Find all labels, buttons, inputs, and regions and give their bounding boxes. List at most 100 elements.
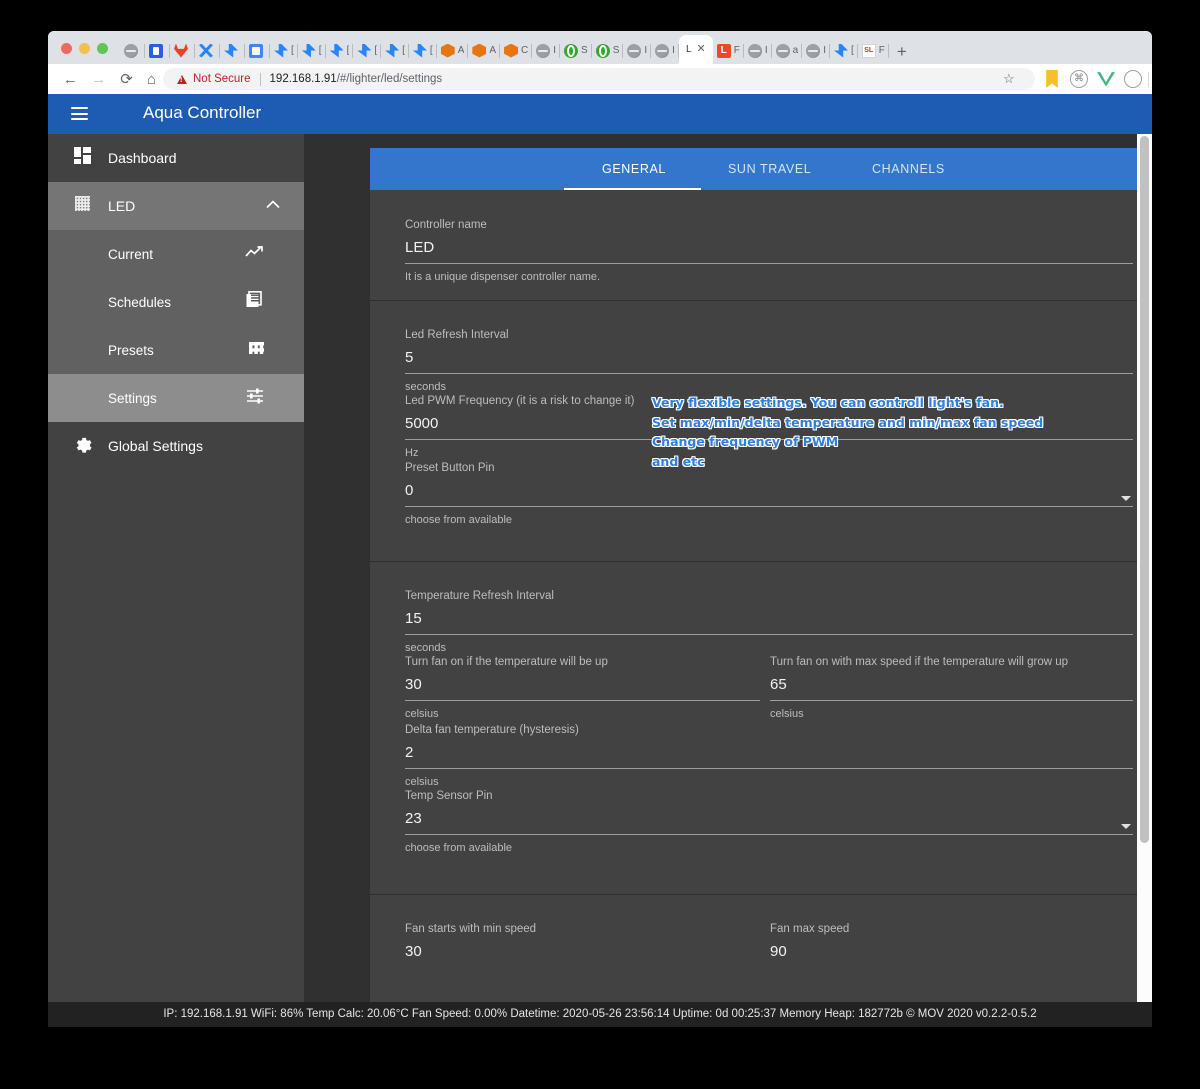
field-value[interactable]: 30 bbox=[405, 943, 760, 960]
tab-channels[interactable]: CHANNELS bbox=[872, 162, 945, 176]
nav-divider bbox=[1148, 72, 1149, 87]
chevron-down-icon[interactable] bbox=[1121, 824, 1131, 829]
browser-tab[interactable]: [ bbox=[270, 37, 298, 64]
reload-icon[interactable]: ⟳ bbox=[118, 71, 135, 88]
blue-square-icon bbox=[149, 43, 163, 58]
browser-tab[interactable]: S bbox=[560, 37, 592, 64]
sidebar-item-global-settings[interactable]: Global Settings bbox=[48, 422, 304, 470]
sidebar-item-current[interactable]: Current bbox=[48, 230, 304, 278]
field-value[interactable]: 90 bbox=[770, 943, 1133, 960]
field-fan-max-temp[interactable]: Turn fan on with max speed if the temper… bbox=[770, 656, 1133, 720]
field-preset-button-pin[interactable]: Preset Button Pin 0 choose from availabl… bbox=[405, 462, 1133, 526]
new-tab-button[interactable]: + bbox=[897, 43, 907, 64]
browser-tab[interactable]: [ bbox=[353, 37, 382, 64]
browser-tab[interactable]: I bbox=[744, 37, 772, 64]
web-app: Aqua Controller Dashboard LED Current Sc… bbox=[48, 94, 1152, 1027]
tab-general[interactable]: GENERAL bbox=[602, 162, 666, 176]
sidebar-item-presets[interactable]: Presets bbox=[48, 326, 304, 374]
browser-tab[interactable]: [ bbox=[326, 37, 354, 64]
field-controller-name[interactable]: Controller name LED It is a unique dispe… bbox=[405, 219, 1133, 283]
scrollbar-thumb[interactable] bbox=[1140, 136, 1149, 843]
browser-tab[interactable]: SL F bbox=[858, 37, 889, 64]
window-minimize-button[interactable] bbox=[79, 43, 90, 54]
bookmark-star-icon[interactable]: ☆ bbox=[1003, 71, 1015, 87]
field-hint: seconds bbox=[405, 381, 446, 393]
chevron-down-icon[interactable] bbox=[1121, 496, 1131, 501]
browser-tab[interactable] bbox=[195, 37, 220, 64]
field-underline bbox=[405, 634, 1133, 635]
sidebar-item-label: Schedules bbox=[108, 294, 172, 310]
window-close-button[interactable] bbox=[61, 43, 72, 54]
browser-tab[interactable]: A bbox=[437, 37, 469, 64]
browser-tab[interactable] bbox=[220, 37, 245, 64]
sidebar-item-dashboard[interactable]: Dashboard bbox=[48, 134, 304, 182]
field-value[interactable]: 5 bbox=[405, 349, 1133, 366]
content-scrollbar[interactable] bbox=[1137, 134, 1152, 1027]
browser-tab-title: C bbox=[521, 44, 529, 56]
field-value[interactable]: 30 bbox=[405, 676, 760, 693]
browser-tab[interactable] bbox=[170, 37, 195, 64]
browser-tab[interactable]: [ bbox=[409, 37, 437, 64]
home-icon[interactable]: ⌂ bbox=[143, 71, 160, 88]
field-hint: choose from available bbox=[405, 514, 513, 526]
sidebar-item-settings[interactable]: Settings bbox=[48, 374, 304, 422]
field-fan-on-temp[interactable]: Turn fan on if the temperature will be u… bbox=[405, 656, 760, 720]
field-value[interactable]: 15 bbox=[405, 610, 1133, 627]
browser-tab[interactable]: A bbox=[468, 37, 501, 64]
x-icon bbox=[199, 43, 213, 58]
field-temp-sensor-pin[interactable]: Temp Sensor Pin 23 choose from available bbox=[405, 790, 1133, 854]
field-value[interactable]: 2 bbox=[405, 744, 1133, 761]
field-fan-max-speed[interactable]: Fan max speed 90 bbox=[770, 923, 1133, 960]
chevron-up-icon[interactable] bbox=[266, 200, 280, 212]
bookmark-extension-icon[interactable] bbox=[1046, 70, 1058, 88]
forward-icon[interactable]: → bbox=[90, 71, 107, 88]
globe-icon bbox=[627, 43, 642, 58]
browser-tab[interactable]: I bbox=[651, 37, 679, 64]
sidebar-item-schedules[interactable]: Schedules bbox=[48, 278, 304, 326]
browser-tab[interactable]: C bbox=[500, 37, 533, 64]
browser-tab[interactable] bbox=[145, 37, 170, 64]
window-maximize-button[interactable] bbox=[97, 43, 108, 54]
browser-tab[interactable]: a bbox=[772, 37, 803, 64]
cube-icon bbox=[472, 43, 487, 58]
browser-tab[interactable]: [ bbox=[298, 37, 326, 64]
browser-tab[interactable]: [ bbox=[830, 37, 858, 64]
sl-icon: SL bbox=[861, 43, 876, 58]
field-value[interactable]: 0 bbox=[405, 482, 1133, 499]
grid-icon bbox=[62, 196, 102, 216]
field-delta-fan-temperature[interactable]: Delta fan temperature (hysteresis) 2 cel… bbox=[405, 724, 1133, 788]
field-value[interactable]: 23 bbox=[405, 810, 1133, 827]
field-underline bbox=[770, 700, 1133, 701]
command-extension-icon[interactable]: ⌘ bbox=[1070, 70, 1088, 88]
device-frame: [[[[[[AACISSIIL✕LFIaI[SLF+ ← → ⟳ ⌂ Not S… bbox=[0, 0, 1200, 1089]
field-temperature-refresh-interval[interactable]: Temperature Refresh Interval 15 seconds bbox=[405, 590, 1133, 654]
settings-card: GENERAL SUN TRAVEL CHANNELS Controller n… bbox=[370, 148, 1152, 1015]
field-label: Delta fan temperature (hysteresis) bbox=[405, 724, 579, 736]
doc-icon bbox=[249, 43, 263, 58]
browser-tab[interactable]: LF bbox=[713, 37, 744, 64]
globe-icon bbox=[806, 43, 821, 58]
close-icon[interactable]: ✕ bbox=[697, 44, 706, 55]
misc-extension-icon[interactable] bbox=[1124, 70, 1142, 88]
back-icon[interactable]: ← bbox=[62, 71, 79, 88]
hamburger-icon[interactable] bbox=[71, 107, 88, 120]
field-led-refresh-interval[interactable]: Led Refresh Interval 5 seconds bbox=[405, 329, 1133, 393]
address-bar[interactable]: Not Secure 192.168.1.91/#/lighter/led/se… bbox=[163, 68, 1035, 90]
browser-tab[interactable]: I bbox=[623, 37, 652, 64]
browser-tab[interactable]: I bbox=[802, 37, 830, 64]
tab-sun-travel[interactable]: SUN TRAVEL bbox=[728, 162, 811, 176]
vue-devtools-icon[interactable] bbox=[1097, 72, 1115, 87]
browser-tab[interactable] bbox=[120, 37, 145, 64]
browser-tab-active[interactable]: L ✕ bbox=[678, 35, 713, 64]
field-fan-min-speed[interactable]: Fan starts with min speed 30 bbox=[405, 923, 760, 960]
browser-tab[interactable]: I bbox=[532, 37, 561, 64]
browser-tab[interactable]: [ bbox=[381, 37, 409, 64]
browser-tab[interactable]: S bbox=[592, 37, 624, 64]
field-value[interactable]: LED bbox=[405, 239, 1133, 256]
jira-icon bbox=[357, 43, 372, 58]
browser-tab[interactable] bbox=[245, 37, 270, 64]
jira-icon bbox=[385, 43, 400, 58]
field-value[interactable]: 65 bbox=[770, 676, 1133, 693]
field-hint: choose from available bbox=[405, 842, 513, 854]
sidebar-item-led[interactable]: LED bbox=[48, 182, 304, 230]
